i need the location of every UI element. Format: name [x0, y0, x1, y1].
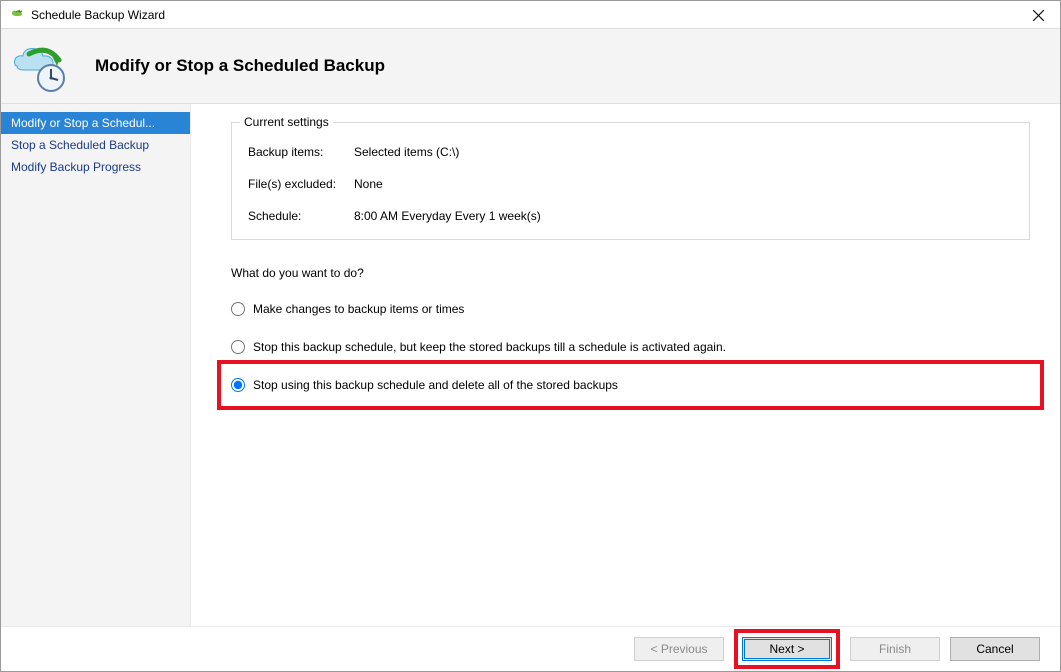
option-stop-delete[interactable]: Stop using this backup schedule and dele… — [231, 378, 1030, 392]
option-make-changes[interactable]: Make changes to backup items or times — [231, 302, 1030, 316]
app-icon — [9, 7, 25, 23]
setting-row-files-excluded: File(s) excluded: None — [248, 177, 1013, 191]
highlight-next-button: Next > — [734, 629, 840, 669]
close-button[interactable] — [1016, 1, 1060, 29]
option-stop-keep[interactable]: Stop this backup schedule, but keep the … — [231, 340, 1030, 354]
cancel-button[interactable]: Cancel — [950, 637, 1040, 661]
wizard-steps-sidebar: Modify or Stop a Schedul... Stop a Sched… — [1, 104, 191, 626]
previous-button: < Previous — [634, 637, 724, 661]
setting-value: 8:00 AM Everyday Every 1 week(s) — [354, 209, 541, 223]
footer: < Previous Next > Finish Cancel — [1, 626, 1060, 671]
window-title: Schedule Backup Wizard — [31, 8, 165, 22]
setting-label: Backup items: — [248, 145, 354, 159]
question-text: What do you want to do? — [231, 266, 1030, 280]
radio-stop-delete[interactable] — [231, 378, 245, 392]
option-label: Stop using this backup schedule and dele… — [253, 378, 618, 392]
radio-make-changes[interactable] — [231, 302, 245, 316]
banner: Modify or Stop a Scheduled Backup — [1, 29, 1060, 104]
titlebar: Schedule Backup Wizard — [1, 1, 1060, 29]
setting-value: None — [354, 177, 383, 191]
current-settings-group: Current settings Backup items: Selected … — [231, 122, 1030, 240]
setting-value: Selected items (C:\) — [354, 145, 459, 159]
finish-button: Finish — [850, 637, 940, 661]
sidebar-item-stop-scheduled[interactable]: Stop a Scheduled Backup — [1, 134, 190, 156]
option-label: Stop this backup schedule, but keep the … — [253, 340, 726, 354]
setting-label: Schedule: — [248, 209, 354, 223]
sidebar-item-label: Stop a Scheduled Backup — [11, 138, 149, 152]
close-icon — [1033, 10, 1044, 21]
setting-row-backup-items: Backup items: Selected items (C:\) — [248, 145, 1013, 159]
page-heading: Modify or Stop a Scheduled Backup — [95, 56, 385, 76]
main-panel: Current settings Backup items: Selected … — [191, 104, 1060, 626]
highlight-selected-option: Stop using this backup schedule and dele… — [217, 360, 1044, 410]
sidebar-item-modify-or-stop[interactable]: Modify or Stop a Schedul... — [1, 112, 190, 134]
body: Modify or Stop a Schedul... Stop a Sched… — [1, 104, 1060, 626]
sidebar-item-modify-progress[interactable]: Modify Backup Progress — [1, 156, 190, 178]
setting-label: File(s) excluded: — [248, 177, 354, 191]
sidebar-item-label: Modify or Stop a Schedul... — [11, 116, 155, 130]
setting-row-schedule: Schedule: 8:00 AM Everyday Every 1 week(… — [248, 209, 1013, 223]
next-button[interactable]: Next > — [742, 637, 832, 661]
wizard-window: Schedule Backup Wizard Modify — [0, 0, 1061, 672]
sidebar-item-label: Modify Backup Progress — [11, 160, 141, 174]
banner-icon — [11, 36, 71, 96]
radio-stop-keep[interactable] — [231, 340, 245, 354]
option-label: Make changes to backup items or times — [253, 302, 464, 316]
group-legend: Current settings — [240, 115, 333, 129]
